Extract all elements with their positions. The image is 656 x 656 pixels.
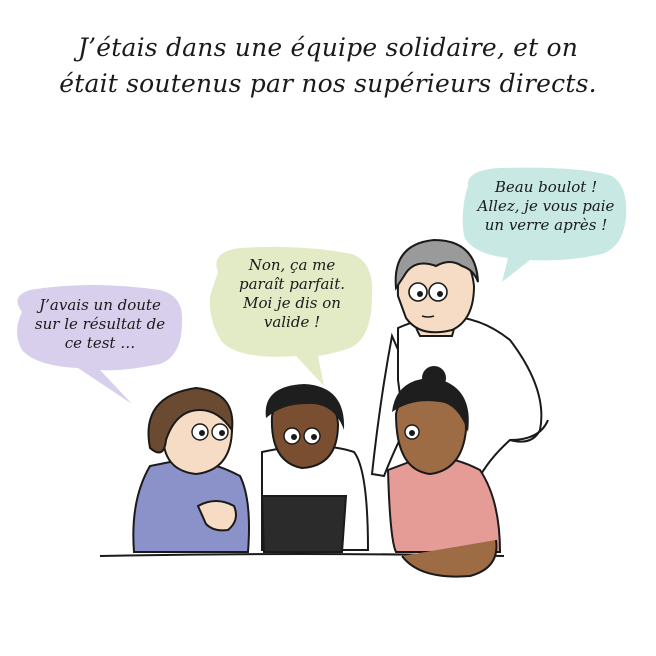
bubble-left-shape bbox=[17, 285, 183, 404]
bubble-right-shape bbox=[462, 167, 627, 282]
laptop bbox=[260, 495, 348, 553]
comic-illustration bbox=[17, 167, 627, 578]
blue-shirt-colleague bbox=[132, 386, 250, 553]
bubble-middle-shape bbox=[209, 246, 373, 386]
